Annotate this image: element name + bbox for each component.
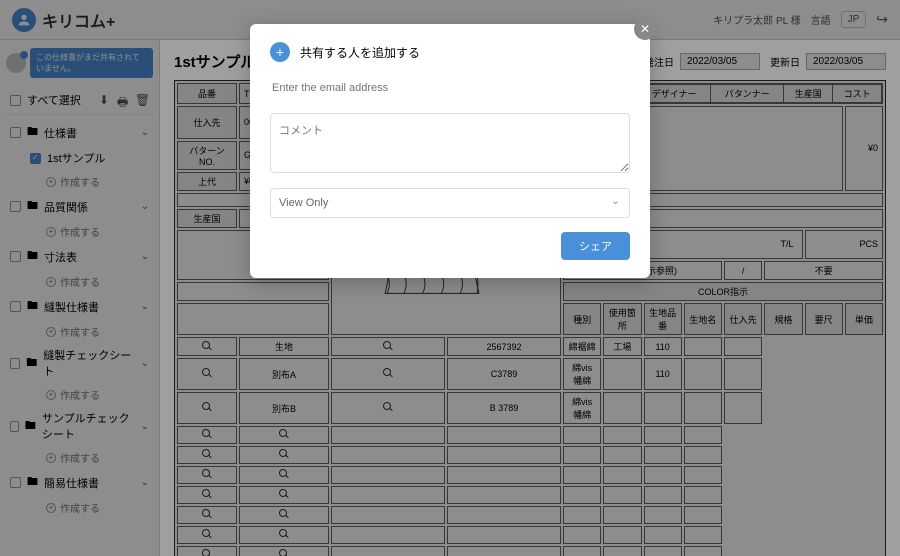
email-input[interactable] — [270, 76, 630, 101]
modal-title: 共有する人を追加する — [300, 44, 420, 61]
comment-textarea[interactable] — [270, 113, 630, 173]
close-icon[interactable]: ✕ — [634, 18, 656, 40]
plus-icon: + — [270, 42, 290, 62]
modal-overlay[interactable]: ✕ + 共有する人を追加する View Only シェア — [0, 0, 900, 556]
share-modal: ✕ + 共有する人を追加する View Only シェア — [250, 24, 650, 278]
share-button[interactable]: シェア — [561, 232, 630, 260]
permission-select[interactable]: View Only — [270, 188, 630, 218]
